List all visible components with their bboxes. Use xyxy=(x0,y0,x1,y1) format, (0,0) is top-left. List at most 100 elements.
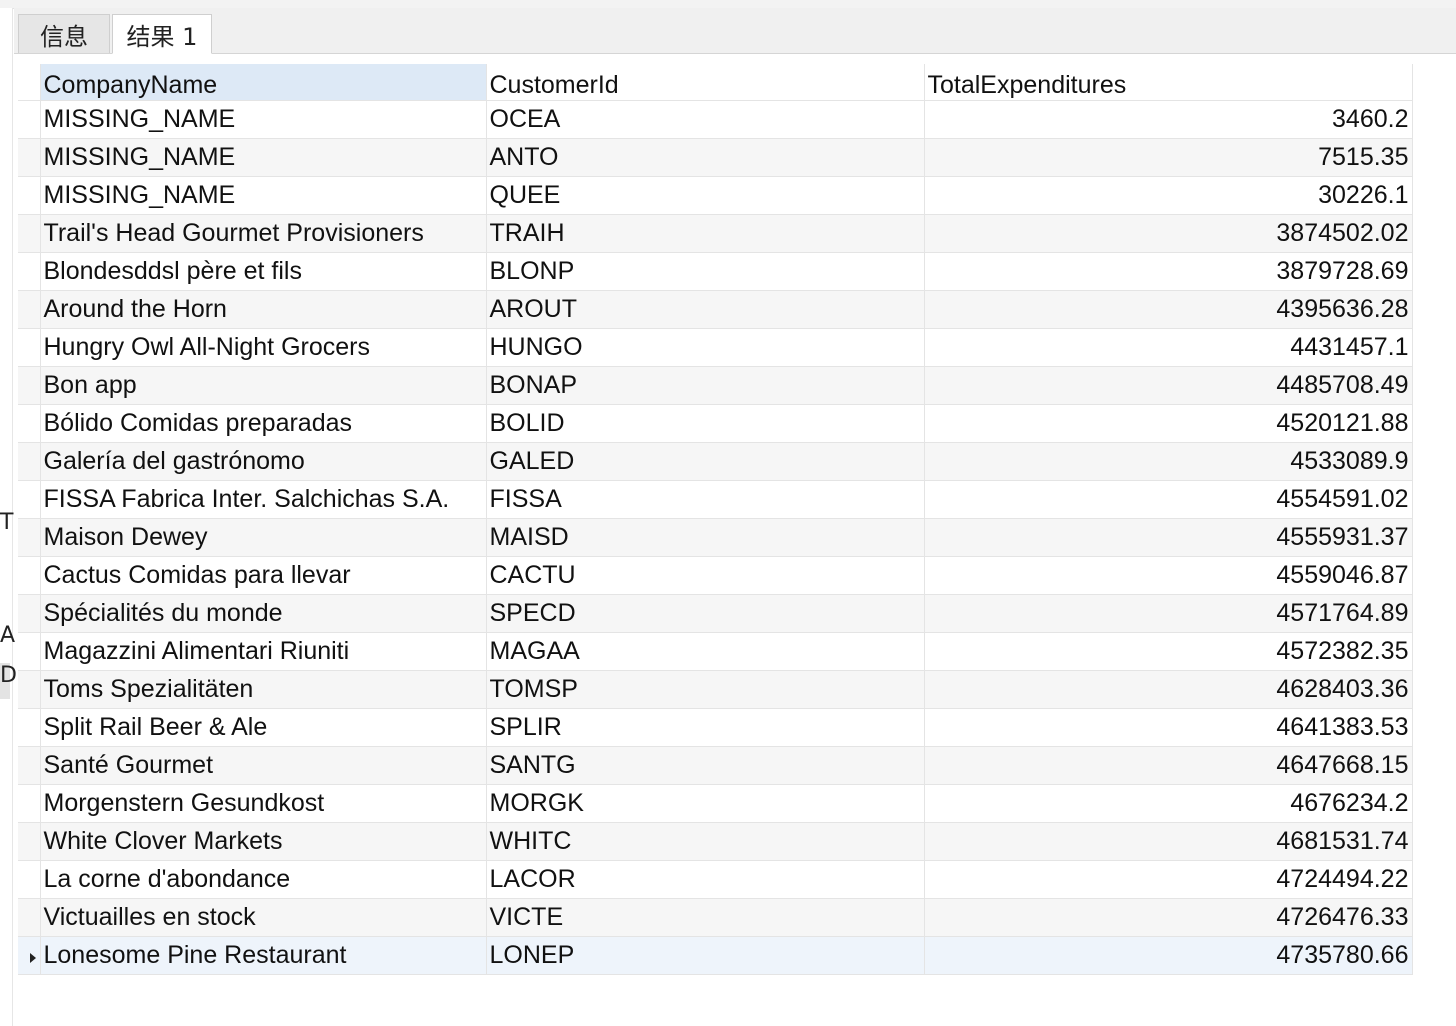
cell-customerid[interactable]: TOMSP xyxy=(486,670,925,709)
cell-customerid[interactable]: AROUT xyxy=(486,290,925,329)
cell-companyname[interactable]: Trail's Head Gourmet Provisioners xyxy=(40,214,487,253)
tab-result-1[interactable]: 结果 1 xyxy=(112,14,212,54)
cell-companyname[interactable]: MISSING_NAME xyxy=(40,100,487,139)
cell-customerid[interactable]: LACOR xyxy=(486,860,925,899)
cell-customerid[interactable]: TRAIH xyxy=(486,214,925,253)
cell-customerid[interactable]: HUNGO xyxy=(486,328,925,367)
table-row[interactable]: Bólido Comidas preparadas BOLID 4520121.88 xyxy=(18,404,1413,443)
table-row[interactable]: Toms Spezialitäten TOMSP 4628403.36 xyxy=(18,670,1413,709)
cell-companyname[interactable]: Morgenstern Gesundkost xyxy=(40,784,487,823)
table-row[interactable]: La corne d'abondance LACOR 4724494.22 xyxy=(18,860,1413,899)
row-indicator[interactable] xyxy=(18,366,41,405)
cell-totalexpenditures[interactable]: 4559046.87 xyxy=(924,556,1413,595)
table-row[interactable]: MISSING_NAME ANTO 7515.35 xyxy=(18,138,1413,177)
cell-totalexpenditures[interactable]: 3460.2 xyxy=(924,100,1413,139)
cell-companyname[interactable]: Cactus Comidas para llevar xyxy=(40,556,487,595)
row-indicator[interactable] xyxy=(18,138,41,177)
cell-companyname[interactable]: Santé Gourmet xyxy=(40,746,487,785)
table-row[interactable]: Maison Dewey MAISD 4555931.37 xyxy=(18,518,1413,557)
row-indicator[interactable] xyxy=(18,100,41,139)
row-indicator[interactable] xyxy=(18,290,41,329)
cell-totalexpenditures[interactable]: 3879728.69 xyxy=(924,252,1413,291)
cell-customerid[interactable]: FISSA xyxy=(486,480,925,519)
row-indicator[interactable] xyxy=(18,860,41,899)
table-row[interactable]: Morgenstern Gesundkost MORGK 4676234.2 xyxy=(18,784,1413,823)
column-header-totalexpenditures[interactable]: TotalExpenditures xyxy=(924,64,1413,101)
cell-companyname[interactable]: Spécialités du monde xyxy=(40,594,487,633)
cell-customerid[interactable]: GALED xyxy=(486,442,925,481)
table-row[interactable]: Hungry Owl All-Night Grocers HUNGO 4431457… xyxy=(18,328,1413,367)
cell-companyname[interactable]: Maison Dewey xyxy=(40,518,487,557)
cell-companyname[interactable]: White Clover Markets xyxy=(40,822,487,861)
table-row[interactable]: Lonesome Pine Restaurant LONEP 4735780.66 xyxy=(18,936,1413,975)
cell-customerid[interactable]: MAGAA xyxy=(486,632,925,671)
cell-totalexpenditures[interactable]: 4641383.53 xyxy=(924,708,1413,747)
cell-totalexpenditures[interactable]: 4647668.15 xyxy=(924,746,1413,785)
cell-totalexpenditures[interactable]: 4485708.49 xyxy=(924,366,1413,405)
row-indicator[interactable] xyxy=(18,480,41,519)
table-row[interactable]: Santé Gourmet SANTG 4647668.15 xyxy=(18,746,1413,785)
cell-customerid[interactable]: MAISD xyxy=(486,518,925,557)
row-indicator[interactable] xyxy=(18,746,41,785)
cell-customerid[interactable]: QUEE xyxy=(486,176,925,215)
cell-totalexpenditures[interactable]: 4520121.88 xyxy=(924,404,1413,443)
row-indicator[interactable] xyxy=(18,214,41,253)
table-row[interactable]: White Clover Markets WHITC 4681531.74 xyxy=(18,822,1413,861)
cell-totalexpenditures[interactable]: 4572382.35 xyxy=(924,632,1413,671)
cell-totalexpenditures[interactable]: 4735780.66 xyxy=(924,936,1413,975)
cell-customerid[interactable]: WHITC xyxy=(486,822,925,861)
cell-customerid[interactable]: SANTG xyxy=(486,746,925,785)
table-row[interactable]: Victuailles en stock VICTE 4726476.33 xyxy=(18,898,1413,937)
cell-totalexpenditures[interactable]: 30226.1 xyxy=(924,176,1413,215)
table-row[interactable]: MISSING_NAME OCEA 3460.2 xyxy=(18,100,1413,139)
table-row[interactable]: Cactus Comidas para llevar CACTU 4559046.8… xyxy=(18,556,1413,595)
cell-customerid[interactable]: BOLID xyxy=(486,404,925,443)
table-row[interactable]: Bon app BONAP 4485708.49 xyxy=(18,366,1413,405)
cell-companyname[interactable]: Victuailles en stock xyxy=(40,898,487,937)
cell-totalexpenditures[interactable]: 4555931.37 xyxy=(924,518,1413,557)
cell-customerid[interactable]: VICTE xyxy=(486,898,925,937)
table-row[interactable]: Spécialités du monde SPECD 4571764.89 xyxy=(18,594,1413,633)
table-row[interactable]: Magazzini Alimentari Riuniti MAGAA 4572382… xyxy=(18,632,1413,671)
cell-companyname[interactable]: MISSING_NAME xyxy=(40,176,487,215)
cell-customerid[interactable]: OCEA xyxy=(486,100,925,139)
cell-companyname[interactable]: Bólido Comidas preparadas xyxy=(40,404,487,443)
cell-totalexpenditures[interactable]: 3874502.02 xyxy=(924,214,1413,253)
tab-info[interactable]: 信息 xyxy=(18,14,110,53)
table-row[interactable]: Trail's Head Gourmet Provisioners TRAIH 38… xyxy=(18,214,1413,253)
cell-companyname[interactable]: Toms Spezialitäten xyxy=(40,670,487,709)
table-row[interactable]: Around the Horn AROUT 4395636.28 xyxy=(18,290,1413,329)
row-indicator[interactable] xyxy=(18,404,41,443)
row-indicator[interactable] xyxy=(18,252,41,291)
cell-totalexpenditures[interactable]: 4431457.1 xyxy=(924,328,1413,367)
column-header-customerid[interactable]: CustomerId xyxy=(486,64,925,101)
cell-totalexpenditures[interactable]: 4726476.33 xyxy=(924,898,1413,937)
cell-companyname[interactable]: Blondesddsl père et fils xyxy=(40,252,487,291)
row-indicator[interactable] xyxy=(18,328,41,367)
cell-totalexpenditures[interactable]: 4628403.36 xyxy=(924,670,1413,709)
cell-companyname[interactable]: Magazzini Alimentari Riuniti xyxy=(40,632,487,671)
cell-totalexpenditures[interactable]: 4554591.02 xyxy=(924,480,1413,519)
table-row[interactable]: FISSA Fabrica Inter. Salchichas S.A. FISS… xyxy=(18,480,1413,519)
cell-companyname[interactable]: MISSING_NAME xyxy=(40,138,487,177)
cell-companyname[interactable]: Lonesome Pine Restaurant xyxy=(40,936,487,975)
table-row[interactable]: Galería del gastrónomo GALED 4533089.9 xyxy=(18,442,1413,481)
cell-customerid[interactable]: SPECD xyxy=(486,594,925,633)
table-row[interactable]: Blondesddsl père et fils BLONP 3879728.69 xyxy=(18,252,1413,291)
cell-companyname[interactable]: Split Rail Beer & Ale xyxy=(40,708,487,747)
cell-customerid[interactable]: CACTU xyxy=(486,556,925,595)
row-indicator[interactable] xyxy=(18,670,41,709)
cell-customerid[interactable]: BLONP xyxy=(486,252,925,291)
row-indicator[interactable] xyxy=(18,784,41,823)
cell-companyname[interactable]: Galería del gastrónomo xyxy=(40,442,487,481)
row-indicator[interactable] xyxy=(18,442,41,481)
cell-companyname[interactable]: FISSA Fabrica Inter. Salchichas S.A. xyxy=(40,480,487,519)
row-indicator[interactable] xyxy=(18,594,41,633)
table-row[interactable]: MISSING_NAME QUEE 30226.1 xyxy=(18,176,1413,215)
cell-totalexpenditures[interactable]: 4676234.2 xyxy=(924,784,1413,823)
row-indicator[interactable] xyxy=(18,176,41,215)
cell-companyname[interactable]: La corne d'abondance xyxy=(40,860,487,899)
row-indicator[interactable] xyxy=(18,518,41,557)
cell-customerid[interactable]: LONEP xyxy=(486,936,925,975)
cell-customerid[interactable]: BONAP xyxy=(486,366,925,405)
